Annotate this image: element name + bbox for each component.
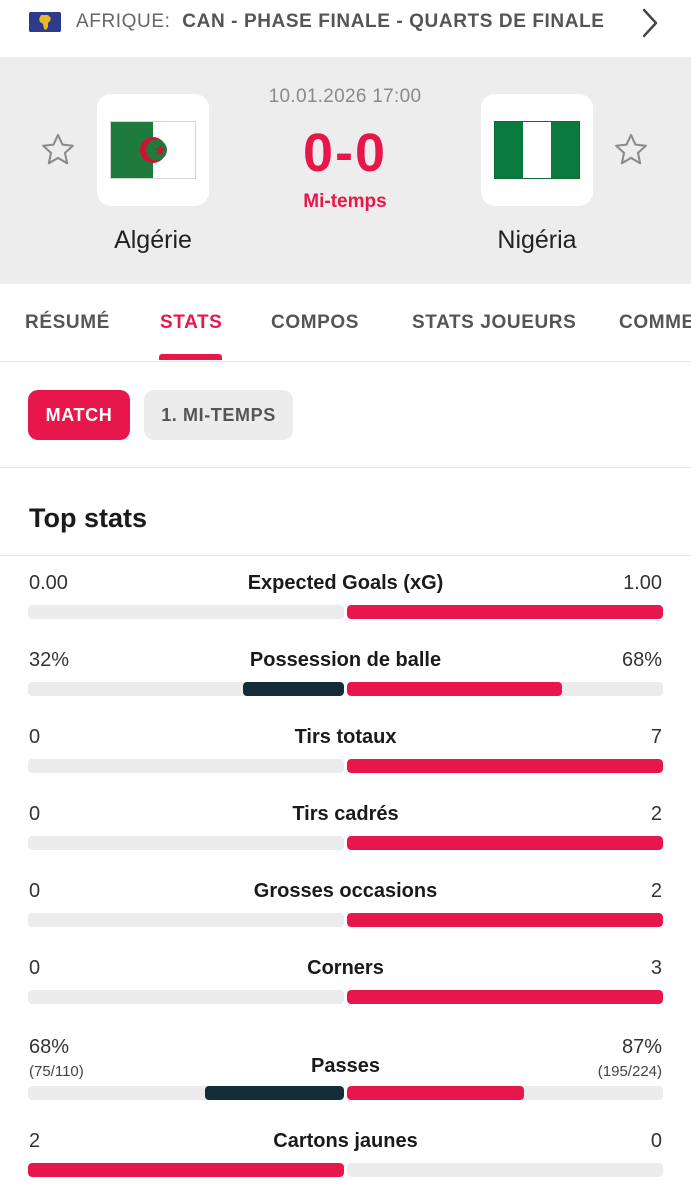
stat-home-bar-track xyxy=(28,682,344,696)
stat-away-value: 3 xyxy=(650,957,662,979)
stat-home-bar xyxy=(243,682,344,696)
stat-row: 0 2 Tirs cadrés xyxy=(0,803,691,873)
chevron-right-icon[interactable] xyxy=(636,6,662,40)
stat-away-bar xyxy=(347,605,663,619)
stat-away-value: 2 xyxy=(650,880,662,902)
competition-name: CAN - PHASE FINALE - QUARTS DE FINALE xyxy=(182,11,605,32)
stat-label: Tirs totaux xyxy=(294,726,397,748)
stat-home-bar xyxy=(28,1163,344,1177)
match-tabs: RÉSUMÉ STATS COMPOS STATS JOUEURS COMMEN… xyxy=(0,284,691,362)
stat-away-value: 68% xyxy=(621,649,662,671)
stat-away-bar xyxy=(347,913,663,927)
competition-title: AFRIQUE: CAN - PHASE FINALE - QUARTS DE … xyxy=(76,11,605,33)
stat-row: 0 2 Grosses occasions xyxy=(0,880,691,950)
stat-home-value: 0.00 xyxy=(29,572,68,594)
stat-away-bar xyxy=(347,990,663,1004)
tab-commentaires[interactable]: COMMENTAIRES xyxy=(619,312,691,334)
africa-map-icon xyxy=(29,12,61,32)
stat-label: Tirs cadrés xyxy=(292,803,399,825)
stat-home-value: 32% xyxy=(29,649,70,671)
filter-match-button[interactable]: MATCH xyxy=(28,390,130,440)
stat-label: Passes xyxy=(311,1055,380,1077)
filter-first-half-button[interactable]: 1. MI-TEMPS xyxy=(144,390,293,440)
stat-home-value: 0 xyxy=(29,957,41,979)
stat-home-bar-track xyxy=(28,1163,344,1177)
stat-away-bar-track xyxy=(347,759,663,773)
stat-label: Expected Goals (xG) xyxy=(247,572,444,594)
stat-label: Cartons jaunes xyxy=(273,1130,418,1152)
stat-away-bar-track xyxy=(347,1086,663,1100)
stat-away-value: 7 xyxy=(650,726,662,748)
stat-away-bar xyxy=(347,1086,524,1100)
section-title: Top stats xyxy=(29,503,148,533)
nigeria-flag-icon xyxy=(494,121,580,179)
tab-resume[interactable]: RÉSUMÉ xyxy=(25,312,110,334)
stat-label: Grosses occasions xyxy=(253,880,438,902)
match-status: Mi-temps xyxy=(303,191,387,212)
stat-away-bar-track xyxy=(347,913,663,927)
divider xyxy=(0,555,691,556)
stat-away-bar-track xyxy=(347,605,663,619)
stat-away-bar xyxy=(347,682,562,696)
star-outline-icon[interactable] xyxy=(612,131,650,169)
stat-home-detail: (75/110) xyxy=(29,1063,84,1080)
stat-home-value: 0 xyxy=(29,880,41,902)
stat-home-bar-track xyxy=(28,1086,344,1100)
stat-label: Possession de balle xyxy=(249,649,442,671)
away-team-name[interactable]: Nigéria xyxy=(437,226,637,255)
stat-away-bar-track xyxy=(347,990,663,1004)
home-team-logo[interactable] xyxy=(97,94,209,206)
stat-away-value: 87% xyxy=(621,1036,662,1058)
stat-away-bar-track xyxy=(347,1163,663,1177)
away-team-logo[interactable] xyxy=(481,94,593,206)
stat-away-value: 0 xyxy=(650,1130,662,1152)
stat-row: 32% 68% Possession de balle xyxy=(0,649,691,719)
stat-row: 0.00 1.00 Expected Goals (xG) xyxy=(0,572,691,642)
stat-home-value: 68% xyxy=(29,1036,70,1058)
period-filters: MATCH 1. MI-TEMPS xyxy=(0,363,691,468)
stat-home-value: 0 xyxy=(29,726,41,748)
star-outline-icon[interactable] xyxy=(39,131,77,169)
stat-away-bar xyxy=(347,759,663,773)
stat-home-bar xyxy=(205,1086,344,1100)
tab-compos[interactable]: COMPOS xyxy=(271,312,359,334)
match-score: 0-0 xyxy=(302,123,388,183)
stat-row: 0 7 Tirs totaux xyxy=(0,726,691,796)
stat-home-value: 2 xyxy=(29,1130,41,1152)
stat-home-bar-track xyxy=(28,759,344,773)
tab-stats-joueurs[interactable]: STATS JOUEURS xyxy=(412,312,576,334)
competition-region: AFRIQUE: xyxy=(76,11,171,32)
stat-home-bar-track xyxy=(28,913,344,927)
stat-away-bar-track xyxy=(347,682,663,696)
active-tab-indicator xyxy=(159,354,222,360)
algeria-flag-icon xyxy=(110,121,196,179)
stat-home-bar-track xyxy=(28,605,344,619)
stat-row: 0 3 Corners xyxy=(0,957,691,1027)
stat-away-value: 1.00 xyxy=(623,572,662,594)
stat-home-bar-track xyxy=(28,836,344,850)
stat-away-bar-track xyxy=(347,836,663,850)
stat-away-detail: (195/224) xyxy=(597,1063,662,1080)
stat-away-value: 2 xyxy=(650,803,662,825)
tab-stats[interactable]: STATS xyxy=(160,312,222,334)
stat-row: 68% 87% (75/110) (195/224) Passes xyxy=(0,1036,691,1106)
stat-row: 2 0 Cartons jaunes xyxy=(0,1130,691,1199)
match-date: 10.01.2026 17:00 xyxy=(268,86,422,107)
stat-home-value: 0 xyxy=(29,803,41,825)
competition-bar[interactable]: AFRIQUE: CAN - PHASE FINALE - QUARTS DE … xyxy=(0,0,691,47)
home-team-name[interactable]: Algérie xyxy=(53,226,253,255)
stat-away-bar xyxy=(347,836,663,850)
stat-home-bar-track xyxy=(28,990,344,1004)
stat-label: Corners xyxy=(307,957,384,979)
